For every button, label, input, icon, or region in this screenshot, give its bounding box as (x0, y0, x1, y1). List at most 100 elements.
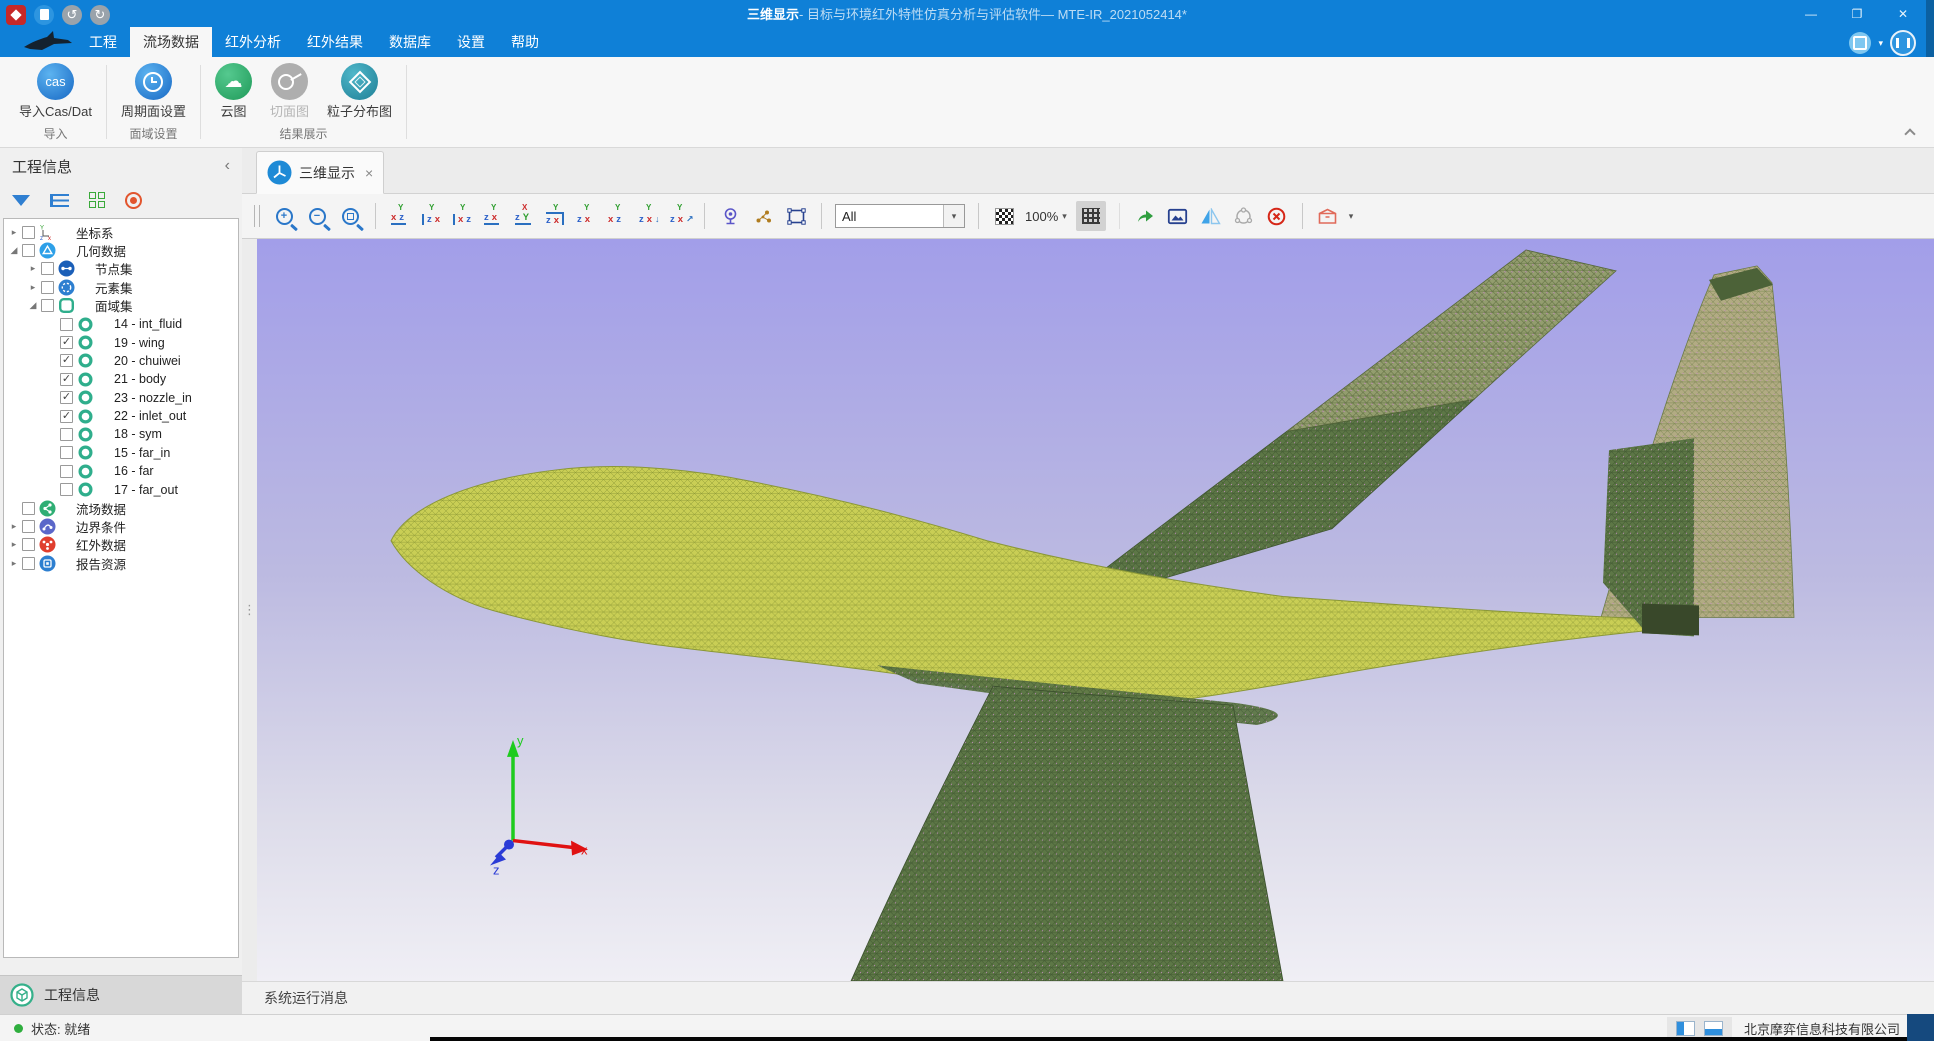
window-layout-button[interactable] (1849, 32, 1871, 54)
panel-splitter-handle[interactable] (242, 239, 257, 981)
box-select-button[interactable] (784, 202, 808, 230)
checkbox-unchecked[interactable] (60, 446, 73, 459)
orbit-button[interactable] (1232, 202, 1256, 230)
delete-view-button[interactable] (1265, 202, 1289, 230)
tree-row-16_-_far[interactable]: 16 - far (4, 462, 238, 480)
menu-item-1[interactable]: 工程 (76, 27, 130, 57)
transparency-button[interactable] (992, 202, 1016, 230)
checkbox-unchecked[interactable] (60, 465, 73, 478)
menu-item-6[interactable]: 设置 (444, 27, 498, 57)
menu-item-7[interactable]: 帮助 (498, 27, 552, 57)
tree-row-边界条件[interactable]: ▸边界条件 (4, 517, 238, 535)
dropdown-arrow-icon[interactable]: ▾ (943, 205, 964, 227)
tab-close-icon[interactable]: × (365, 165, 373, 181)
ribbon-button-cloud[interactable]: ☁云图 (206, 63, 261, 119)
tree-row-流场数据[interactable]: 流场数据 (4, 499, 238, 517)
view-orientation-button-8[interactable]: Yxz (606, 204, 629, 228)
toolbar-drag-handle[interactable] (254, 205, 260, 227)
expander-closed-icon[interactable]: ▸ (8, 559, 20, 568)
tree-row-15_-_far_in[interactable]: 15 - far_in (4, 444, 238, 462)
checkbox-checked[interactable]: ✓ (60, 336, 73, 349)
menu-item-5[interactable]: 数据库 (376, 27, 444, 57)
view-orientation-button-2[interactable]: Yzx (420, 204, 443, 228)
checkbox-unchecked[interactable] (22, 520, 35, 533)
filter-icon[interactable] (12, 195, 30, 206)
checkbox-checked[interactable]: ✓ (60, 391, 73, 404)
tree-row-17_-_far_out[interactable]: 17 - far_out (4, 480, 238, 498)
tree-row-报告资源[interactable]: ▸报告资源 (4, 554, 238, 572)
tree-row-21_-_body[interactable]: ✓21 - body (4, 370, 238, 388)
tree-row-面域集[interactable]: ◢面域集 (4, 297, 238, 315)
app-menu-button[interactable] (6, 5, 26, 25)
expander-closed-icon[interactable]: ▸ (27, 283, 39, 292)
checkbox-unchecked[interactable] (60, 483, 73, 496)
tree-row-19_-_wing[interactable]: ✓19 - wing (4, 333, 238, 351)
tree-row-23_-_nozzle_in[interactable]: ✓23 - nozzle_in (4, 389, 238, 407)
snapshot-button[interactable] (1166, 202, 1190, 230)
checkbox-unchecked[interactable] (22, 226, 35, 239)
tree-row-几何数据[interactable]: ◢几何数据 (4, 241, 238, 259)
checkbox-unchecked[interactable] (41, 262, 54, 275)
checkbox-unchecked[interactable] (41, 299, 54, 312)
view-orientation-button-10[interactable]: Yzx↗ (668, 204, 691, 228)
view-orientation-button-3[interactable]: Yxz (451, 204, 474, 228)
redo-button[interactable]: ↻ (90, 5, 110, 25)
3d-viewport[interactable]: y x z (257, 239, 1934, 981)
ribbon-button-cube[interactable]: 粒子分布图 (318, 63, 401, 119)
tree-row-节点集[interactable]: ▸节点集 (4, 260, 238, 278)
expander-closed-icon[interactable]: ▸ (8, 540, 20, 549)
checkbox-unchecked[interactable] (60, 318, 73, 331)
mirror-button[interactable] (1199, 202, 1223, 230)
restore-button[interactable]: ❐ (1834, 0, 1880, 27)
save-document-button[interactable] (34, 5, 54, 25)
menu-item-3[interactable]: 红外分析 (212, 27, 294, 57)
expander-closed-icon[interactable]: ▸ (27, 264, 39, 273)
tree-row-18_-_sym[interactable]: 18 - sym (4, 425, 238, 443)
panel-bottom-bar[interactable]: 工程信息 (0, 975, 242, 1014)
checkbox-unchecked[interactable] (22, 557, 35, 570)
tree-row-坐标系[interactable]: ▸Yzx坐标系 (4, 223, 238, 241)
checkbox-unchecked[interactable] (60, 428, 73, 441)
book-button[interactable] (1890, 30, 1916, 56)
view-orientation-button-4[interactable]: Yzx (482, 204, 505, 228)
panel-collapse-button[interactable]: ‹ (225, 158, 230, 174)
tree-row-元素集[interactable]: ▸元素集 (4, 278, 238, 296)
chevron-down-icon[interactable]: ▾ (1878, 38, 1883, 49)
checkbox-checked[interactable]: ✓ (60, 354, 73, 367)
zoom-out-button[interactable]: − (305, 202, 329, 230)
checkbox-unchecked[interactable] (22, 538, 35, 551)
tree-row-22_-_inlet_out[interactable]: ✓22 - inlet_out (4, 407, 238, 425)
perspective-camera-button[interactable] (718, 202, 742, 230)
view-orientation-button-6[interactable]: Yzx (544, 204, 567, 228)
view-orientation-button-5[interactable]: XzY (513, 204, 536, 228)
view-orientation-button-9[interactable]: Yzx↓ (637, 204, 660, 228)
undo-button[interactable]: ↺ (62, 5, 82, 25)
mesh-grid-toggle-button[interactable] (1076, 201, 1106, 231)
chevron-down-icon[interactable]: ▾ (1349, 211, 1354, 222)
ribbon-collapse-button[interactable] (1902, 125, 1918, 139)
grid-view-icon[interactable] (89, 192, 105, 208)
left-panel-toggle-icon[interactable] (1676, 1021, 1695, 1036)
checkbox-unchecked[interactable] (41, 281, 54, 294)
checkbox-unchecked[interactable] (22, 244, 35, 257)
checkbox-checked[interactable]: ✓ (60, 410, 73, 423)
expander-open-icon[interactable]: ◢ (8, 246, 20, 255)
view-orientation-button-7[interactable]: Yzx (575, 204, 598, 228)
minimize-button[interactable]: — (1788, 0, 1834, 27)
bottom-panel-toggle-icon[interactable] (1704, 1021, 1723, 1036)
close-button[interactable]: ✕ (1880, 0, 1926, 27)
particles-display-button[interactable] (751, 202, 775, 230)
surface-filter-select[interactable]: All ▾ (835, 204, 965, 228)
expander-open-icon[interactable]: ◢ (27, 301, 39, 310)
expander-closed-icon[interactable]: ▸ (8, 522, 20, 531)
ribbon-button-clock[interactable]: 周期面设置 (112, 63, 195, 119)
export-button[interactable] (1133, 202, 1157, 230)
zoom-in-button[interactable]: + (272, 202, 296, 230)
resize-corner[interactable] (1907, 1014, 1934, 1041)
menu-item-2[interactable]: 流场数据 (130, 27, 212, 57)
zoom-level-dropdown[interactable]: 100% ▾ (1025, 209, 1067, 224)
tree-row-20_-_chuiwei[interactable]: ✓20 - chuiwei (4, 352, 238, 370)
menu-item-4[interactable]: 红外结果 (294, 27, 376, 57)
zoom-fit-button[interactable] (338, 202, 362, 230)
ribbon-button-cas[interactable]: cas导入Cas/Dat (10, 63, 101, 119)
